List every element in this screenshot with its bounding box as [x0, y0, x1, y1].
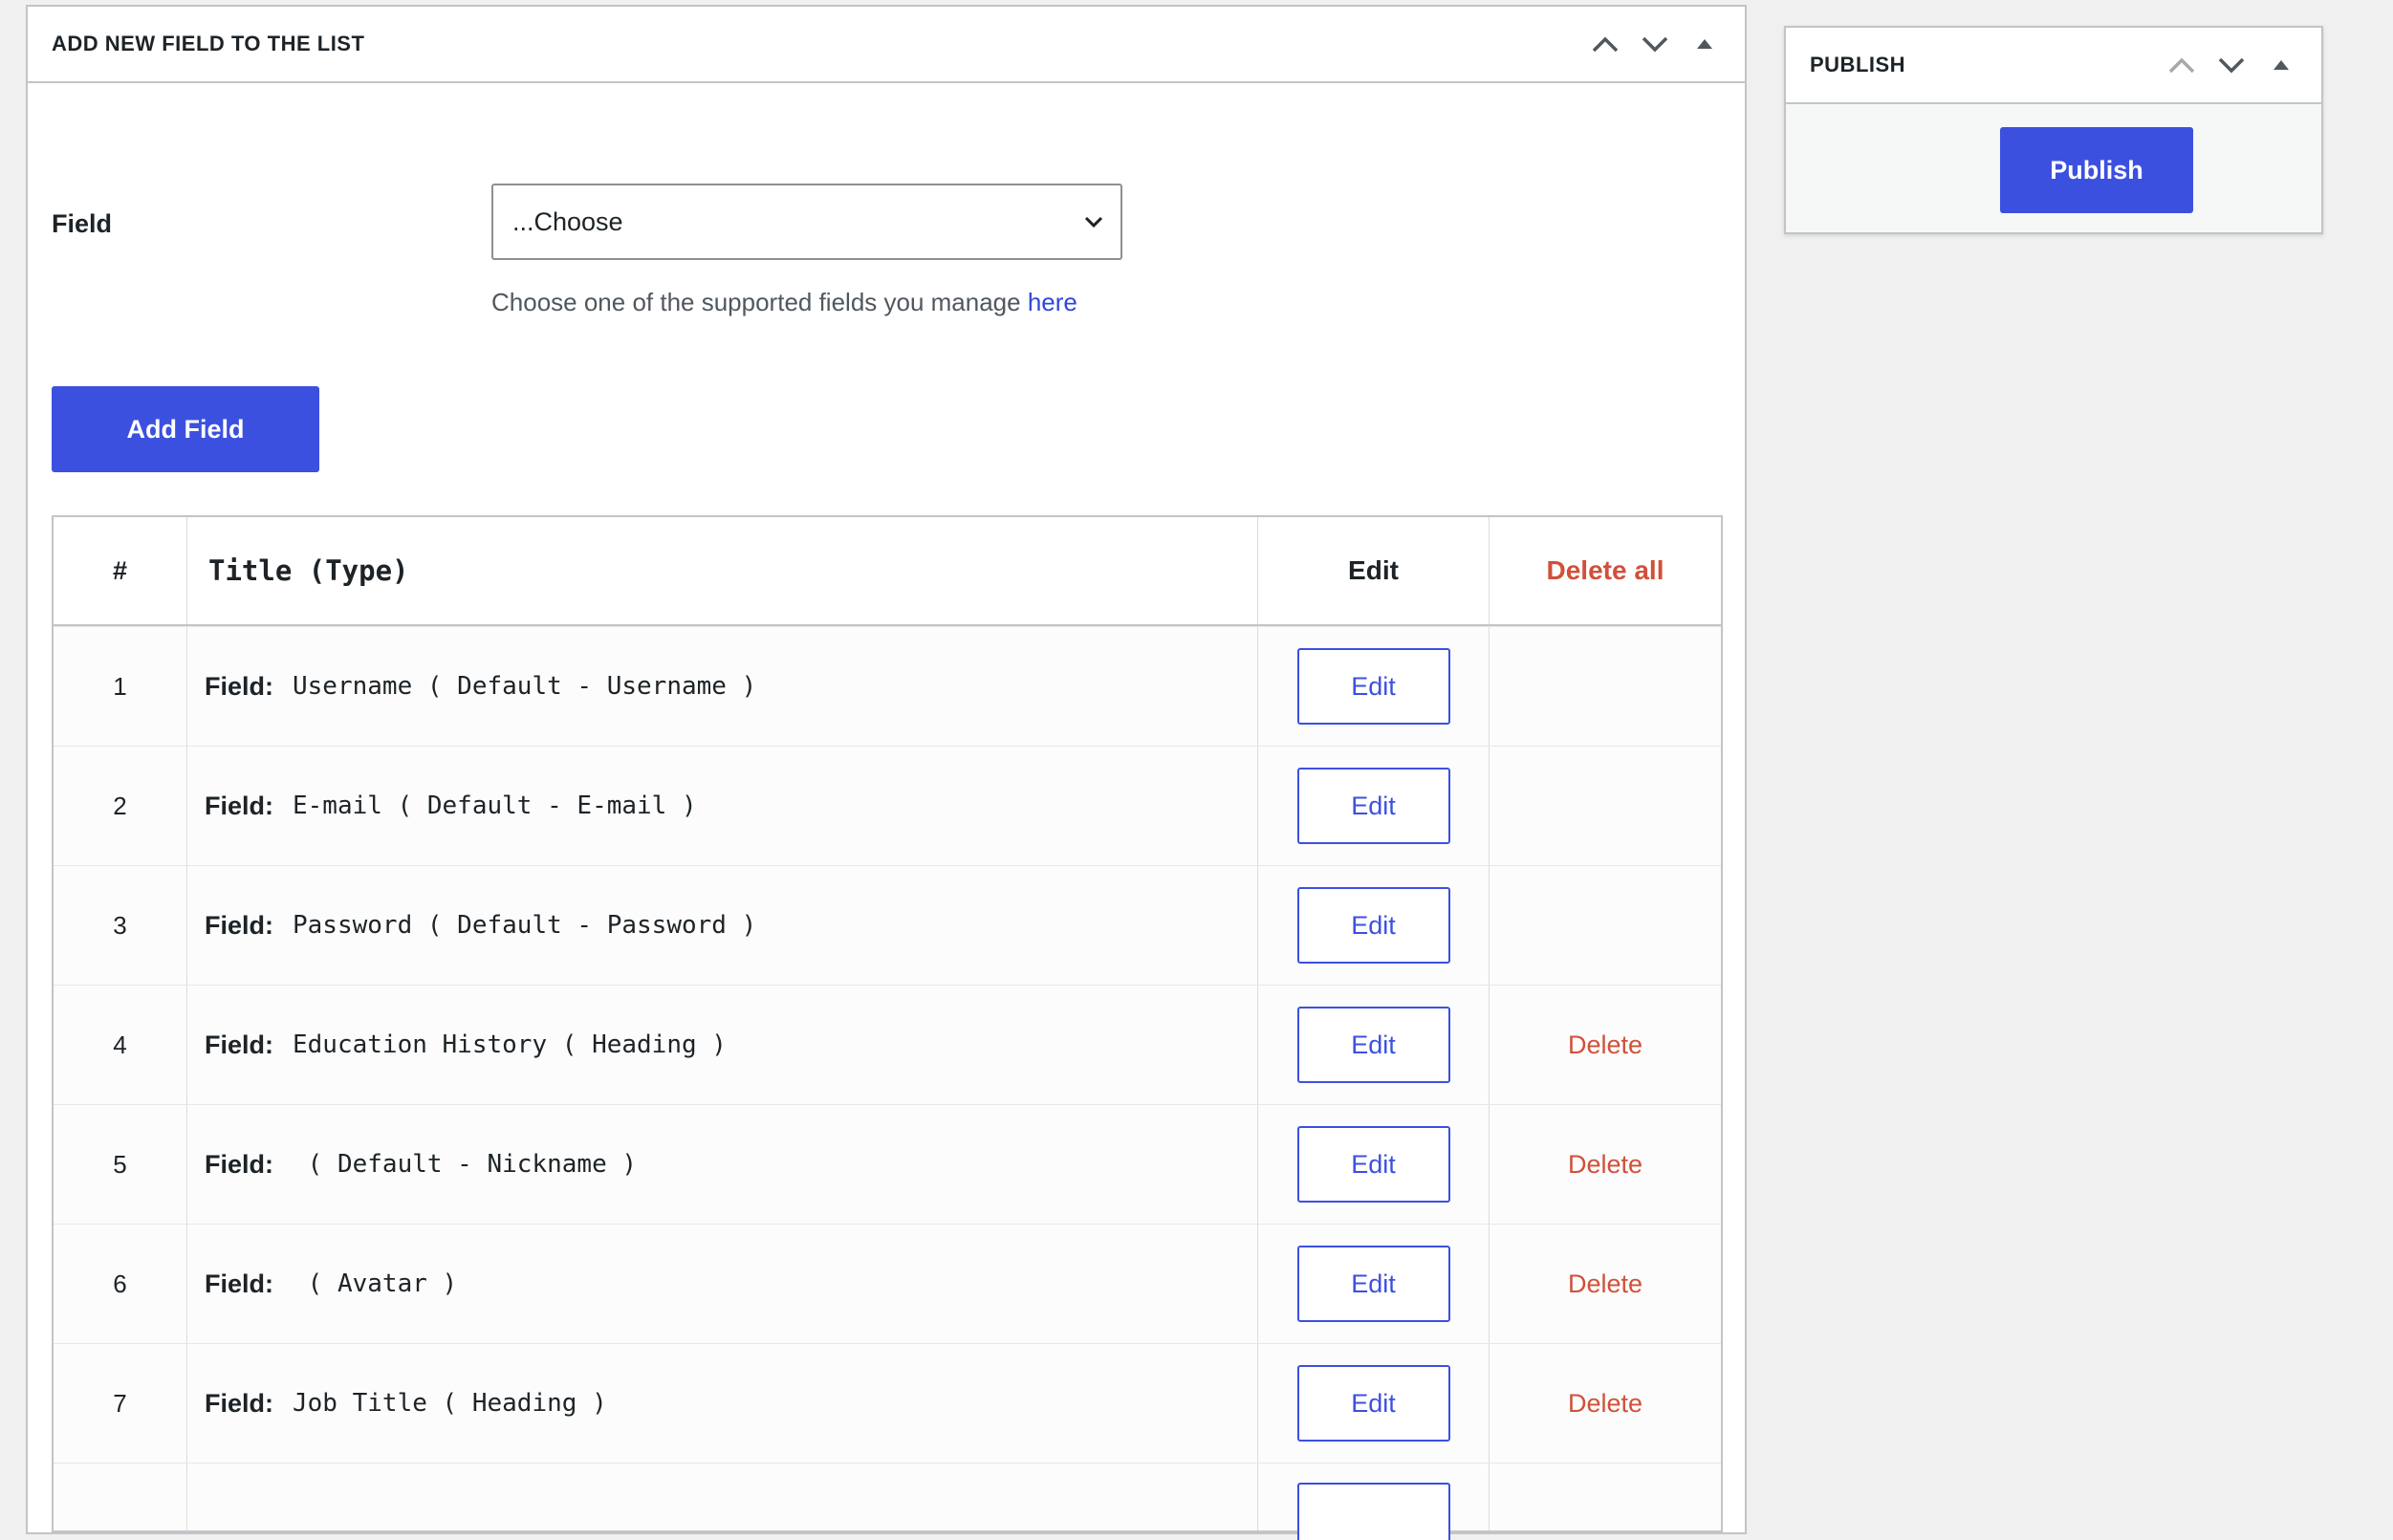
table-row: 6 Field: ( Avatar ) Edit Delete: [54, 1224, 1721, 1343]
header-edit: Edit: [1258, 517, 1490, 624]
field-prefix: Field:: [205, 1388, 273, 1418]
field-prefix: Field:: [205, 791, 273, 820]
caret-up-icon[interactable]: [1680, 19, 1729, 69]
edit-button[interactable]: Edit: [1296, 768, 1450, 844]
fields-table: # Title (Type) Edit Delete all 1 Field: Us…: [52, 515, 1723, 1540]
table-row: 1 Field: Username ( Default - Username ) Ed…: [54, 626, 1721, 746]
row-title: Field: ( Avatar ): [187, 1225, 1258, 1343]
row-title: Field: Job Title ( Heading ): [187, 1344, 1258, 1463]
edit-button[interactable]: Edit: [1296, 648, 1450, 725]
field-prefix: Field:: [205, 1149, 273, 1179]
table-row: 2 Field: E-mail ( Default - E-mail ) Edit: [54, 746, 1721, 865]
row-title: Field: E-mail ( Default - E-mail ): [187, 747, 1258, 865]
header-number: #: [54, 517, 187, 624]
row-number: 7: [54, 1344, 187, 1463]
chevron-down-icon[interactable]: [2207, 40, 2256, 90]
field-prefix: Field:: [205, 1030, 273, 1059]
add-field-panel-header: ADD NEW FIELD TO THE LIST: [28, 7, 1745, 83]
field-select[interactable]: ...Choose: [491, 184, 1122, 260]
row-number: 5: [54, 1105, 187, 1224]
add-field-panel: ADD NEW FIELD TO THE LIST Field ...Choos…: [26, 5, 1747, 1540]
field-title-type: ( Default - Nickname ): [293, 1150, 638, 1179]
table-header: # Title (Type) Edit Delete all: [54, 517, 1721, 626]
row-number: 1: [54, 627, 187, 746]
field-title-type: Job Title ( Heading ): [293, 1389, 607, 1418]
delete-button[interactable]: Delete: [1568, 1150, 1642, 1180]
publish-button[interactable]: Publish: [2000, 127, 2193, 213]
field-title-type: E-mail ( Default - E-mail ): [293, 792, 697, 820]
field-title-type: Username ( Default - Username ): [293, 672, 757, 701]
row-number: 6: [54, 1225, 187, 1343]
table-row: 3 Field: Password ( Default - Password ) Ed…: [54, 865, 1721, 985]
table-row: 5 Field: ( Default - Nickname ) Edit Delete: [54, 1104, 1721, 1224]
row-number: 4: [54, 986, 187, 1104]
publish-panel: PUBLISH Publish: [1784, 26, 2323, 234]
edit-button[interactable]: Edit: [1296, 1007, 1450, 1083]
field-select-value: ...Choose: [512, 206, 623, 236]
publish-panel-header: PUBLISH: [1786, 28, 2321, 104]
delete-all-button[interactable]: Delete all: [1490, 517, 1721, 624]
row-title: Field: ( Default - Nickname ): [187, 1105, 1258, 1224]
manage-fields-link[interactable]: here: [1028, 288, 1077, 316]
row-title: Field: Education History ( Heading ): [187, 986, 1258, 1104]
field-title-type: Password ( Default - Password ): [293, 911, 757, 940]
row-number: 3: [54, 866, 187, 985]
field-help-text: Choose one of the supported fields you m…: [491, 288, 1077, 317]
field-prefix: Field:: [205, 1269, 273, 1298]
field-label: Field: [52, 209, 113, 238]
table-row: 7 Field: Job Title ( Heading ) Edit Delete: [54, 1343, 1721, 1463]
header-title: Title (Type): [187, 517, 1258, 624]
edit-button[interactable]: Edit: [1296, 1126, 1450, 1203]
help-text: Choose one of the supported fields you m…: [491, 288, 1021, 316]
delete-button[interactable]: Delete: [1568, 1030, 1642, 1060]
field-prefix: Field:: [205, 671, 273, 701]
chevron-down-icon: [1082, 210, 1105, 238]
delete-button[interactable]: Delete: [1568, 1269, 1642, 1299]
field-title-type: Education History ( Heading ): [293, 1030, 727, 1059]
publish-title: PUBLISH: [1810, 53, 1906, 76]
edit-button[interactable]: Edit: [1296, 1246, 1450, 1322]
row-title: Field: Username ( Default - Username ): [187, 627, 1258, 746]
row-title: Field: Password ( Default - Password ): [187, 866, 1258, 985]
edit-button[interactable]: Edit: [1296, 887, 1450, 964]
add-field-button[interactable]: Add Field: [52, 386, 319, 472]
edit-button[interactable]: [1296, 1483, 1450, 1540]
chevron-up-icon[interactable]: [1580, 19, 1630, 69]
edit-button[interactable]: Edit: [1296, 1365, 1450, 1442]
chevron-up-icon[interactable]: [2157, 40, 2207, 90]
caret-up-icon[interactable]: [2256, 40, 2306, 90]
row-number: 2: [54, 747, 187, 865]
panel-title: ADD NEW FIELD TO THE LIST: [52, 32, 365, 55]
chevron-down-icon[interactable]: [1630, 19, 1680, 69]
delete-button[interactable]: Delete: [1568, 1389, 1642, 1419]
table-row: 4 Field: Education History ( Heading ) Edit…: [54, 985, 1721, 1104]
field-prefix: Field:: [205, 910, 273, 940]
field-title-type: ( Avatar ): [293, 1269, 458, 1298]
